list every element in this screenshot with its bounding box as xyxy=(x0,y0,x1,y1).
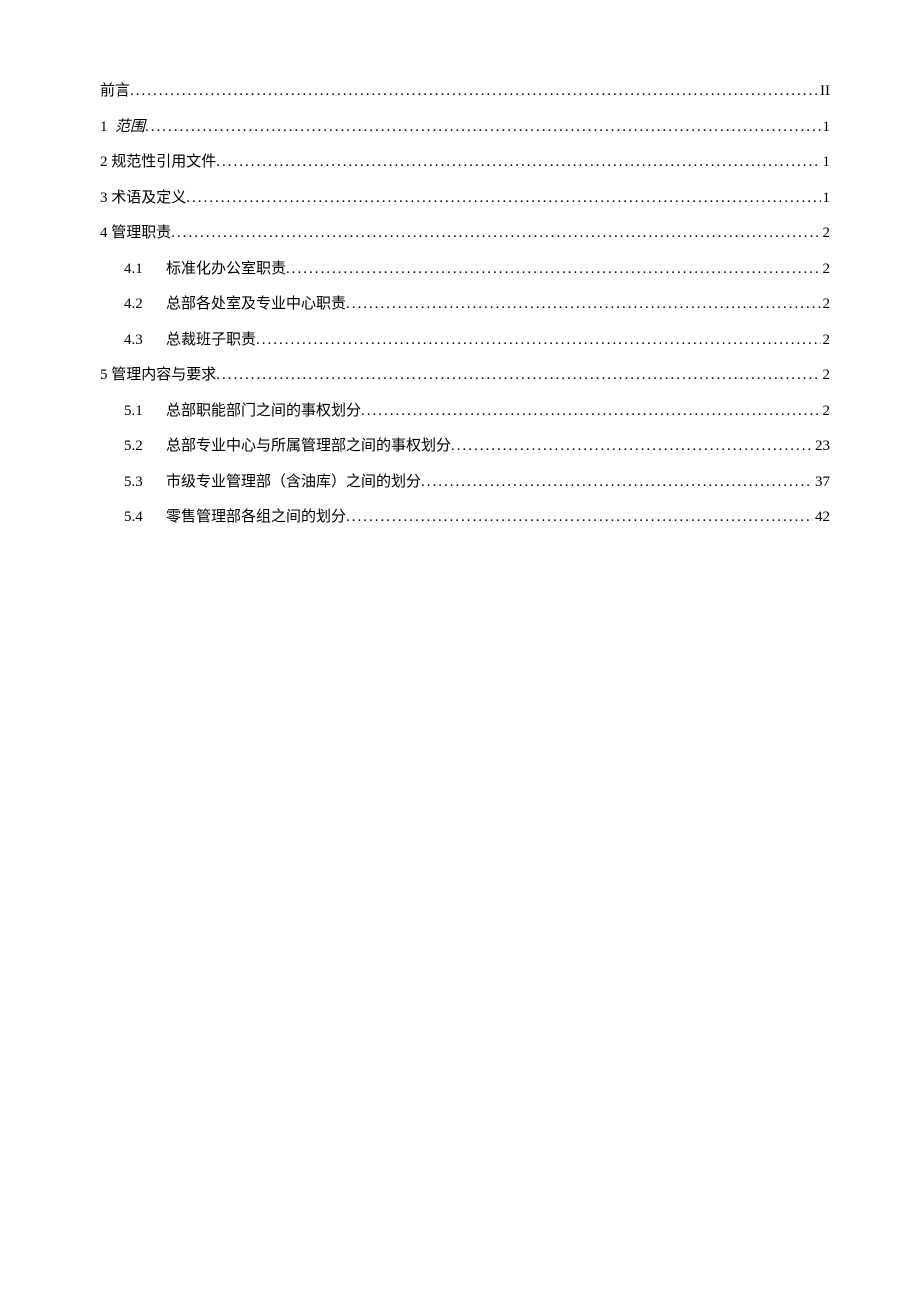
toc-label: 总部职能部门之间的事权划分 xyxy=(166,400,361,423)
toc-label: 总部各处室及专业中心职责 xyxy=(166,293,346,316)
toc-dots xyxy=(346,293,820,316)
toc-page: 1 xyxy=(821,187,831,210)
toc-page: 1 xyxy=(821,151,831,174)
toc-num: 5.1 xyxy=(124,400,152,423)
toc-label: 标准化办公室职责 xyxy=(166,258,286,281)
toc-label: 管理内容与要求 xyxy=(111,364,216,387)
toc-dots xyxy=(216,151,820,174)
toc-num: 5.4 xyxy=(124,506,152,529)
toc-page: 23 xyxy=(813,435,830,458)
toc-num: 4.3 xyxy=(124,329,152,352)
toc-num: 1 xyxy=(100,116,108,139)
toc-entry-4-1: 4.1 标准化办公室职责 2 xyxy=(100,258,830,281)
toc-entry-4-3: 4.3 总裁班子职责 2 xyxy=(100,329,830,352)
toc-dots xyxy=(186,187,820,210)
toc-page: 2 xyxy=(821,329,831,352)
toc-entry-2: 2 规范性引用文件 1 xyxy=(100,151,830,174)
toc-label: 术语及定义 xyxy=(111,187,186,210)
toc-page: 42 xyxy=(813,506,830,529)
toc-num: 5 xyxy=(100,364,108,387)
toc-num: 4.2 xyxy=(124,293,152,316)
toc-num: 2 xyxy=(100,151,108,174)
toc-entry-5-4: 5.4 零售管理部各组之间的划分 42 xyxy=(100,506,830,529)
toc-label: 市级专业管理部（含油库）之间的划分 xyxy=(166,471,421,494)
toc-dots xyxy=(361,400,820,423)
toc-page: 1 xyxy=(821,116,831,139)
toc-entry-5-2: 5.2 总部专业中心与所属管理部之间的事权划分 23 xyxy=(100,435,830,458)
toc-page: 2 xyxy=(821,400,831,423)
toc-dots xyxy=(130,80,818,103)
toc-dots xyxy=(451,435,813,458)
toc-dots xyxy=(421,471,813,494)
toc-num: 4 xyxy=(100,222,108,245)
toc-entry-5-1: 5.1 总部职能部门之间的事权划分 2 xyxy=(100,400,830,423)
toc-label: 零售管理部各组之间的划分 xyxy=(166,506,346,529)
toc-entry-5: 5 管理内容与要求 2 xyxy=(100,364,830,387)
toc-page: 2 xyxy=(821,293,831,316)
toc-page: 37 xyxy=(813,471,830,494)
toc-num: 5.3 xyxy=(124,471,152,494)
toc-label: 范围 xyxy=(115,116,145,139)
toc-dots xyxy=(256,329,820,352)
toc-num: 4.1 xyxy=(124,258,152,281)
toc-entry-4: 4 管理职责 2 xyxy=(100,222,830,245)
toc-dots xyxy=(145,116,820,139)
table-of-contents: 前言 II 1 范围 1 2 规范性引用文件 1 3 术语及定义 1 4 管理职… xyxy=(100,80,830,529)
toc-page: 2 xyxy=(821,258,831,281)
toc-page: II xyxy=(818,80,830,103)
toc-entry-5-3: 5.3 市级专业管理部（含油库）之间的划分 37 xyxy=(100,471,830,494)
toc-entry-3: 3 术语及定义 1 xyxy=(100,187,830,210)
toc-dots xyxy=(286,258,820,281)
toc-label: 总裁班子职责 xyxy=(166,329,256,352)
toc-page: 2 xyxy=(821,222,831,245)
toc-dots xyxy=(216,364,820,387)
toc-label: 前言 xyxy=(100,80,130,103)
toc-entry-1: 1 范围 1 xyxy=(100,116,830,139)
toc-page: 2 xyxy=(821,364,831,387)
toc-num: 5.2 xyxy=(124,435,152,458)
toc-label: 管理职责 xyxy=(111,222,171,245)
toc-num: 3 xyxy=(100,187,108,210)
toc-dots xyxy=(346,506,813,529)
toc-entry-4-2: 4.2 总部各处室及专业中心职责 2 xyxy=(100,293,830,316)
toc-dots xyxy=(171,222,820,245)
toc-entry-preface: 前言 II xyxy=(100,80,830,103)
toc-label: 总部专业中心与所属管理部之间的事权划分 xyxy=(166,435,451,458)
toc-label: 规范性引用文件 xyxy=(111,151,216,174)
